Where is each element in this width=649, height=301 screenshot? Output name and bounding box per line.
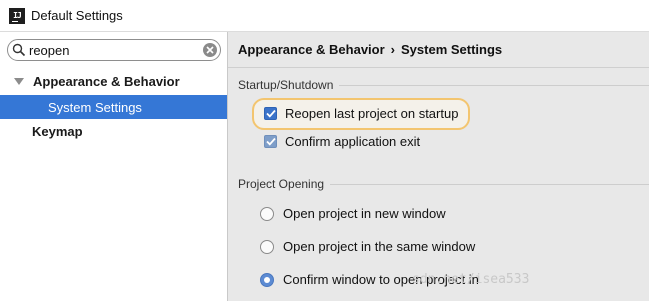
settings-search[interactable] [7, 39, 221, 61]
radio-label: Open project in new window [283, 206, 446, 221]
tree-item-appearance-behavior[interactable]: Appearance & Behavior [0, 69, 227, 93]
search-icon [12, 43, 26, 57]
intellij-idea-icon: IJ [9, 7, 25, 24]
checkbox-checked-icon[interactable] [264, 135, 277, 148]
tree-item-label: System Settings [48, 99, 142, 115]
watermark: sdn.net/isea533 [412, 272, 530, 287]
title-bar: IJ Default Settings [0, 0, 649, 32]
tree-item-label: Appearance & Behavior [33, 73, 180, 89]
clear-icon[interactable] [203, 43, 217, 57]
breadcrumb-part: Appearance & Behavior [238, 42, 385, 57]
expand-triangle-icon[interactable] [14, 77, 24, 85]
reopen-last-project-checkbox[interactable]: Reopen last project on startup [264, 106, 458, 121]
radio-open-new-window[interactable]: Open project in new window [260, 206, 446, 221]
breadcrumb: Appearance & Behavior › System Settings [228, 32, 649, 68]
settings-content: Appearance & Behavior › System Settings … [228, 32, 649, 301]
radio-selected-icon[interactable] [260, 272, 274, 287]
checkbox-label: Confirm application exit [285, 134, 421, 149]
checkbox-checked-icon[interactable] [264, 107, 277, 120]
radio-open-same-window[interactable]: Open project in the same window [260, 239, 475, 254]
tree-item-label: Keymap [32, 123, 83, 139]
section-title: Project Opening [238, 177, 325, 191]
section-divider [330, 183, 649, 185]
radio-label: Open project in the same window [283, 239, 476, 254]
radio-unselected-icon[interactable] [260, 206, 274, 221]
tree-item-keymap[interactable]: Keymap [0, 119, 227, 143]
section-divider [339, 84, 649, 86]
search-input[interactable] [26, 42, 189, 58]
tree-item-system-settings[interactable]: System Settings [0, 95, 227, 119]
window-title: Default Settings [31, 8, 123, 23]
confirm-exit-checkbox[interactable]: Confirm application exit [264, 134, 420, 149]
radio-unselected-icon[interactable] [260, 239, 274, 254]
section-project-opening: Project Opening [238, 177, 649, 191]
checkbox-label: Reopen last project on startup [285, 106, 459, 121]
section-startup-shutdown: Startup/Shutdown [238, 78, 649, 92]
breadcrumb-part: System Settings [401, 42, 503, 57]
section-title: Startup/Shutdown [238, 78, 334, 92]
settings-sidebar: Appearance & Behavior System Settings Ke… [0, 32, 228, 301]
breadcrumb-separator: › [390, 42, 396, 57]
